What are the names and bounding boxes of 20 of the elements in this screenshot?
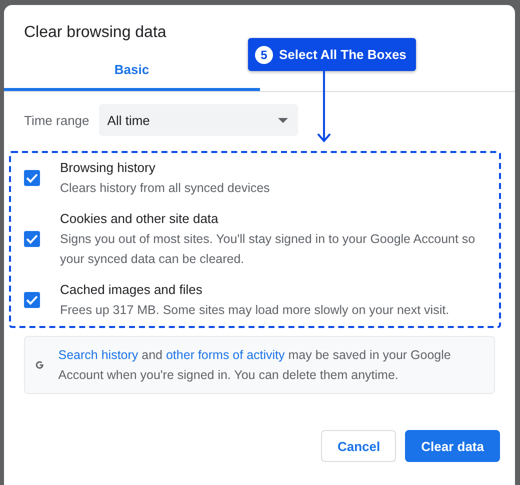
- option-description: Frees up 317 MB. Some sites may load more slowly on your next visit.: [60, 302, 450, 319]
- step-badge: 5: [255, 46, 273, 64]
- clear-data-button[interactable]: Clear data: [405, 430, 500, 462]
- callout-text: Select All The Boxes: [279, 47, 406, 62]
- option-title: Browsing history: [60, 159, 156, 177]
- checkbox[interactable]: [24, 170, 40, 186]
- search-history-link[interactable]: Search history: [58, 348, 138, 362]
- notice-text: Search history and other forms of activity may be saved in your Google Account when you're signed in. You can delete them anytime.: [58, 347, 452, 384]
- checkbox[interactable]: [24, 292, 40, 308]
- dialog-title: Clear browsing data: [23, 23, 168, 43]
- option-title: Cached images and files: [60, 281, 204, 299]
- cancel-button[interactable]: Cancel: [321, 430, 396, 462]
- option-title: Cookies and other site data: [60, 210, 220, 228]
- option-description: Clears history from all synced devices: [60, 180, 271, 197]
- field-label: Time range: [24, 112, 90, 128]
- checkbox[interactable]: [24, 230, 40, 246]
- time-range-dropdown[interactable]: All time: [99, 104, 298, 136]
- activity-link[interactable]: other forms of activity: [166, 348, 285, 362]
- option-description: Signs you out of most sites. You'll stay signed in to your Google Account so your synced data can be cleared.: [60, 231, 476, 268]
- caret-icon: [278, 118, 288, 122]
